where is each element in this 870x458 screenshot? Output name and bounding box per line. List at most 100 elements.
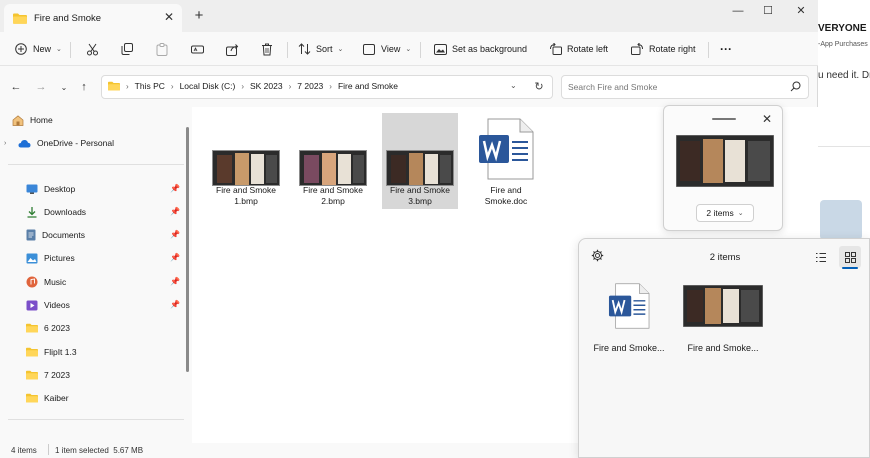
forward-arrow-icon[interactable]: → (33, 79, 49, 95)
copy-button[interactable] (120, 39, 134, 59)
file-item[interactable]: Fire and Smoke.doc (468, 113, 544, 209)
file-name: Fire and Smoke 2.bmp (303, 185, 363, 206)
drop-tray-panel: 2 items Fire and Smoke... Fire and Smoke… (578, 238, 870, 458)
tab-close-button[interactable]: ✕ (162, 10, 176, 24)
plus-circle-icon (14, 42, 28, 56)
background-window-card (820, 200, 862, 240)
breadcrumb-7-2023[interactable]: 7 2023 (297, 81, 323, 91)
tab-fire-and-smoke[interactable]: Fire and Smoke ✕ (4, 4, 182, 32)
item-count-pill[interactable]: 2 items ⌄ (696, 204, 754, 222)
file-item[interactable]: Fire and Smoke 1.bmp (208, 113, 284, 209)
file-item-selected[interactable]: Fire and Smoke 3.bmp (382, 113, 458, 209)
chevron-down-icon: ⌄ (737, 210, 744, 217)
minimize-button[interactable]: — (723, 0, 753, 22)
image-thumbnail (212, 150, 280, 186)
toolbar-divider (420, 42, 421, 58)
background-window-divider (816, 146, 870, 147)
rotate-right-label: Rotate right (649, 44, 696, 54)
expand-chevron-icon[interactable]: › (4, 140, 12, 147)
pin-icon: 📌 (170, 300, 180, 309)
file-name: Fire and Smoke 3.bmp (390, 185, 450, 206)
rename-icon (190, 42, 204, 56)
sidebar-item-label: Documents (42, 230, 85, 240)
delete-button[interactable] (260, 39, 274, 59)
recent-locations-chevron-icon[interactable]: ⌄ (56, 79, 72, 95)
desktop-picture-icon (433, 42, 447, 56)
search-placeholder: Search Fire and Smoke (568, 82, 658, 92)
pin-icon: 📌 (170, 230, 180, 239)
folder-icon (108, 81, 120, 91)
selection-info: 1 item selected 5.67 MB (55, 446, 144, 455)
sidebar-item-onedrive[interactable]: › OneDrive - Personal (4, 134, 114, 152)
view-button[interactable]: View ⌄ (362, 39, 411, 59)
breadcrumb-sk-2023[interactable]: SK 2023 (250, 81, 283, 91)
more-options-button[interactable]: ··· (720, 39, 732, 59)
sidebar-item-downloads[interactable]: Downloads (26, 203, 86, 221)
sidebar-item-label: Pictures (44, 253, 75, 263)
sidebar-item-label: Videos (44, 300, 70, 310)
close-window-button[interactable]: ✕ (786, 0, 816, 22)
address-bar[interactable]: › This PC › Local Disk (C:) › SK 2023 › … (101, 75, 553, 99)
sidebar-item-documents[interactable]: Documents (26, 226, 85, 244)
breadcrumb-this-pc[interactable]: This PC (135, 81, 165, 91)
active-view-indicator (842, 267, 858, 269)
tray-item[interactable]: Fire and Smoke... (587, 283, 671, 363)
share-button[interactable] (225, 39, 239, 59)
sidebar-item-music[interactable]: Music (26, 273, 66, 291)
breadcrumb-local-disk[interactable]: Local Disk (C:) (180, 81, 236, 91)
tab-title: Fire and Smoke (34, 13, 102, 24)
search-box[interactable]: Search Fire and Smoke (561, 75, 809, 99)
sidebar-item-label: FlipIt 1.3 (44, 347, 77, 357)
maximize-button[interactable]: ☐ (753, 0, 783, 22)
refresh-icon[interactable]: ↻ (532, 80, 546, 94)
sidebar-item-videos[interactable]: Videos (26, 296, 70, 314)
drag-preview-popup[interactable]: ✕ 2 items ⌄ (663, 105, 783, 231)
background-window-text: u need it. Dr (818, 70, 870, 81)
breadcrumb-separator: › (241, 81, 244, 91)
rotate-right-button[interactable]: Rotate right (630, 39, 696, 59)
sort-button[interactable]: Sort ⌄ (297, 39, 343, 59)
rotate-left-button[interactable]: Rotate left (548, 39, 608, 59)
paste-button[interactable] (155, 39, 169, 59)
back-arrow-icon[interactable]: ← (8, 79, 24, 95)
word-document-icon (478, 118, 534, 180)
rotate-left-label: Rotate left (567, 44, 609, 54)
drag-preview-thumbnail (676, 135, 774, 187)
sidebar-item-label: Downloads (44, 207, 87, 217)
breadcrumb-separator: › (170, 81, 174, 91)
sidebar-item-flipit[interactable]: FlipIt 1.3 (26, 343, 77, 361)
sidebar-item-pictures[interactable]: Pictures (26, 249, 75, 267)
drag-handle[interactable] (712, 118, 736, 120)
toolbar-divider (708, 42, 709, 58)
rename-button[interactable] (190, 39, 204, 59)
navigation-pane-scrollbar[interactable] (186, 127, 189, 372)
file-item[interactable]: Fire and Smoke 2.bmp (295, 113, 371, 209)
tray-item[interactable]: Fire and Smoke... (681, 283, 765, 363)
set-as-background-button[interactable]: Set as background (433, 39, 527, 59)
breadcrumb: › This PC › Local Disk (C:) › SK 2023 › … (108, 81, 398, 91)
sidebar-item-kaiber[interactable]: Kaiber (26, 389, 69, 407)
grid-view-icon[interactable] (839, 246, 861, 268)
breadcrumb-fire-and-smoke[interactable]: Fire and Smoke (338, 81, 398, 91)
address-dropdown-chevron-icon[interactable]: ⌄ (510, 81, 517, 90)
folder-icon (13, 13, 27, 24)
rotate-left-icon (548, 42, 562, 56)
folder-icon (26, 393, 38, 403)
popup-close-button[interactable]: ✕ (760, 112, 774, 126)
documents-icon (26, 229, 36, 241)
image-thumbnail (386, 150, 454, 186)
sidebar-item-6-2023[interactable]: 6 2023 (26, 319, 70, 337)
up-arrow-icon[interactable]: ↑ (76, 79, 92, 95)
new-tab-button[interactable]: + (191, 8, 207, 24)
sidebar-item-7-2023[interactable]: 7 2023 (26, 366, 70, 384)
sidebar-divider (8, 419, 184, 420)
sidebar-item-desktop[interactable]: Desktop (26, 180, 75, 198)
sidebar-item-home[interactable]: Home (12, 111, 53, 129)
image-thumbnail (683, 285, 763, 327)
toolbar-divider (287, 42, 288, 58)
list-view-icon[interactable] (812, 248, 830, 266)
cloud-icon (18, 139, 31, 148)
cut-button[interactable] (85, 39, 99, 59)
new-button[interactable]: New ⌄ (14, 39, 62, 59)
chevron-down-icon: ⌄ (56, 46, 62, 53)
